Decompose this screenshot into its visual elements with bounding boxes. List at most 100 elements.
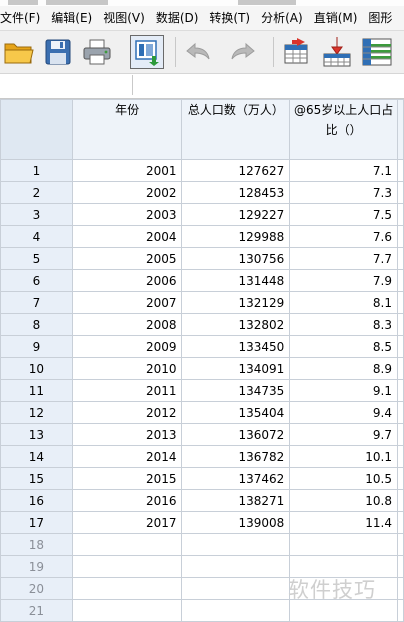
cell-population[interactable]: 131448: [181, 269, 291, 292]
row-number[interactable]: 21: [0, 599, 73, 622]
cell-empty[interactable]: [396, 203, 404, 226]
cell-year[interactable]: 2007: [71, 291, 183, 314]
row-number[interactable]: 6: [0, 269, 73, 292]
cell-year[interactable]: 2013: [71, 423, 183, 446]
menu-graphs[interactable]: 图形: [364, 6, 399, 30]
row-number[interactable]: 7: [0, 291, 73, 314]
cell-year[interactable]: 2011: [71, 379, 183, 402]
row-number[interactable]: 11: [0, 379, 73, 402]
cell-population[interactable]: 130756: [181, 247, 291, 270]
cell-aged-share[interactable]: 7.9: [289, 269, 398, 292]
cell-empty[interactable]: [181, 555, 291, 578]
cell-empty[interactable]: [396, 313, 404, 336]
row-number[interactable]: 18: [0, 533, 73, 556]
menu-direct-marketing[interactable]: 直销(M): [310, 6, 365, 30]
undo-button[interactable]: [181, 35, 215, 69]
cell-empty[interactable]: [396, 423, 404, 446]
cell-aged-share[interactable]: 8.5: [289, 335, 398, 358]
row-number[interactable]: 14: [0, 445, 73, 468]
cell-empty[interactable]: [396, 225, 404, 248]
cell-empty[interactable]: [396, 247, 404, 270]
cell-empty[interactable]: [396, 269, 404, 292]
cell-year[interactable]: 2008: [71, 313, 183, 336]
cell-empty[interactable]: [71, 599, 183, 622]
cell-empty[interactable]: [396, 401, 404, 424]
cell-aged-share[interactable]: 7.1: [289, 159, 398, 182]
cell-aged-share[interactable]: 10.1: [289, 445, 398, 468]
cell-empty[interactable]: [396, 511, 404, 534]
cell-population[interactable]: 132802: [181, 313, 291, 336]
menu-edit[interactable]: 编辑(E): [47, 6, 99, 30]
row-number[interactable]: 17: [0, 511, 73, 534]
cell-reference-box[interactable]: [0, 75, 133, 95]
cell-population[interactable]: 136072: [181, 423, 291, 446]
column-header-next[interactable]: [396, 99, 404, 160]
insert-variable-button[interactable]: [320, 35, 354, 69]
cell-empty[interactable]: [396, 599, 404, 622]
cell-aged-share[interactable]: 8.3: [289, 313, 398, 336]
redo-button[interactable]: [226, 35, 260, 69]
cell-aged-share[interactable]: 7.7: [289, 247, 398, 270]
cell-empty[interactable]: [396, 533, 404, 556]
cell-aged-share[interactable]: 10.8: [289, 489, 398, 512]
cell-empty[interactable]: [181, 533, 291, 556]
cell-empty[interactable]: [396, 291, 404, 314]
cell-population[interactable]: 138271: [181, 489, 291, 512]
cell-population[interactable]: 136782: [181, 445, 291, 468]
cell-empty[interactable]: [289, 533, 398, 556]
cell-population[interactable]: 137462: [181, 467, 291, 490]
cell-population[interactable]: 133450: [181, 335, 291, 358]
cell-aged-share[interactable]: 9.4: [289, 401, 398, 424]
cell-empty[interactable]: [181, 577, 291, 600]
cell-year[interactable]: 2002: [71, 181, 183, 204]
cell-empty[interactable]: [396, 159, 404, 182]
row-number[interactable]: 16: [0, 489, 73, 512]
cell-year[interactable]: 2001: [71, 159, 183, 182]
menu-view[interactable]: 视图(V): [99, 6, 152, 30]
cell-population[interactable]: 134735: [181, 379, 291, 402]
row-number[interactable]: 13: [0, 423, 73, 446]
cell-empty[interactable]: [396, 489, 404, 512]
column-header-aged-share[interactable]: @65岁以上人口占比（）: [289, 99, 398, 160]
print-button[interactable]: [80, 35, 114, 69]
row-number[interactable]: 15: [0, 467, 73, 490]
cell-aged-share[interactable]: 9.1: [289, 379, 398, 402]
save-button[interactable]: [41, 35, 75, 69]
open-button[interactable]: [2, 35, 36, 69]
row-number[interactable]: 8: [0, 313, 73, 336]
cell-population[interactable]: 129988: [181, 225, 291, 248]
cell-year[interactable]: 2014: [71, 445, 183, 468]
cell-empty[interactable]: [71, 533, 183, 556]
cell-year[interactable]: 2010: [71, 357, 183, 380]
cell-empty[interactable]: [396, 379, 404, 402]
cell-year[interactable]: 2016: [71, 489, 183, 512]
cell-year[interactable]: 2015: [71, 467, 183, 490]
cell-population[interactable]: 127627: [181, 159, 291, 182]
row-number[interactable]: 20: [0, 577, 73, 600]
cell-empty[interactable]: [396, 445, 404, 468]
cell-aged-share[interactable]: 11.4: [289, 511, 398, 534]
corner-cell[interactable]: [0, 99, 73, 160]
cell-year[interactable]: 2009: [71, 335, 183, 358]
cell-population[interactable]: 135404: [181, 401, 291, 424]
row-number[interactable]: 12: [0, 401, 73, 424]
cell-year[interactable]: 2005: [71, 247, 183, 270]
cell-population[interactable]: 132129: [181, 291, 291, 314]
menu-analyze[interactable]: 分析(A): [257, 6, 310, 30]
cell-aged-share[interactable]: 7.3: [289, 181, 398, 204]
cell-empty[interactable]: [181, 599, 291, 622]
cell-empty[interactable]: [396, 577, 404, 600]
variables-button[interactable]: [360, 35, 394, 69]
cell-year[interactable]: 2006: [71, 269, 183, 292]
row-number[interactable]: 1: [0, 159, 73, 182]
menu-data[interactable]: 数据(D): [152, 6, 206, 30]
cell-empty[interactable]: [396, 181, 404, 204]
goto-case-button[interactable]: [280, 35, 314, 69]
dialog-recall-button[interactable]: [130, 35, 164, 69]
cell-population[interactable]: 129227: [181, 203, 291, 226]
cell-year[interactable]: 2017: [71, 511, 183, 534]
cell-empty[interactable]: [396, 357, 404, 380]
cell-aged-share[interactable]: 8.1: [289, 291, 398, 314]
row-number[interactable]: 3: [0, 203, 73, 226]
row-number[interactable]: 19: [0, 555, 73, 578]
